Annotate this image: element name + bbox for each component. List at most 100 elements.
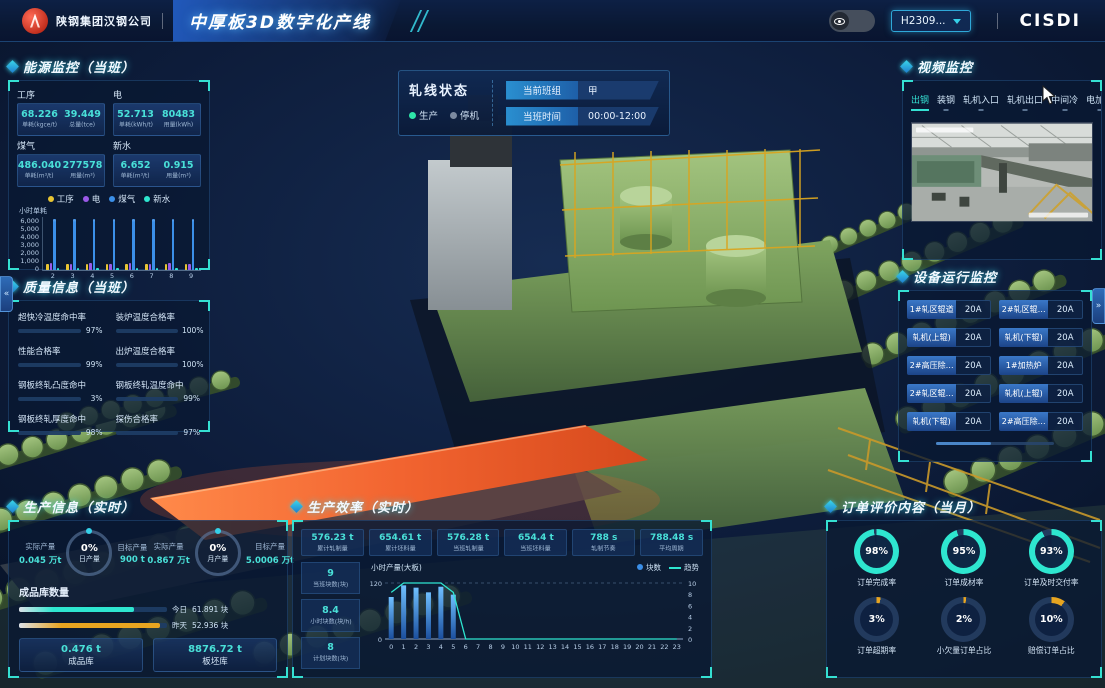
shift-time-row: 当班时间 00:00-12:00 [506,107,659,126]
heat-number-select[interactable]: H2309... [891,10,971,32]
equipment-scrollbar[interactable] [936,442,1054,445]
energy-bar-group: 5 [106,217,119,270]
eye-icon [831,12,849,30]
quality-item: 性能合格率99% [18,345,103,369]
legend-item[interactable]: 工序 [48,193,74,205]
panel-diamond-icon [6,60,19,73]
equipment-label-button[interactable]: 轧机(上辊) [907,328,956,347]
legend-item[interactable]: 煤气 [109,193,135,205]
legend-item[interactable]: 块数 [637,562,661,573]
efficiency-metric: 788.48 s平均周期 [640,529,703,556]
equipment-item: 轧机(上辊)20A [999,384,1083,403]
equipment-label-button[interactable]: 轧机(下辊) [999,328,1048,347]
efficiency-side-stat: 8计划块数(块) [301,637,360,669]
collapse-left-tab[interactable]: « [0,276,13,312]
equipment-item: 1#加热炉20A [999,356,1083,375]
efficiency-title: 生产效率（实时） [307,497,419,516]
svg-text:8: 8 [488,643,492,651]
monthly-output-gauge: 实际产量0.867 万t 0%月产量 目标产量5.0006 万t [147,530,294,576]
chevron-down-icon [953,19,961,24]
energy-card-electricity: 电 52.713单耗(kWh/t)80483用量(kWh) [113,88,201,136]
svg-text:19: 19 [623,643,631,651]
legend-producing: 生产 [409,108,438,122]
efficiency-metric: 576.28 t当班轧制量 [437,529,500,556]
orders-title: 订单评价内容（当月） [841,497,981,516]
svg-text:0: 0 [389,643,393,651]
svg-text:2: 2 [688,625,692,633]
vertical-divider [492,80,493,126]
equipment-label-button[interactable]: 2#轧区辊… [907,384,956,403]
quality-item: 出炉温度合格率100% [116,345,201,369]
line-status-title: 轧线状态 [409,80,479,99]
equipment-label-button[interactable]: 轧机(下辊) [907,412,956,431]
svg-text:0: 0 [378,636,382,644]
equipment-label-button[interactable]: 轧机(上辊) [999,384,1048,403]
order-ring: 3%订单超期率 [833,597,920,656]
cctv-feed[interactable] [911,122,1093,222]
energy-panel: 能源监控（当班） 工序 68.226单耗(kgce/t)39.449总量(tce… [8,56,210,270]
production-title: 生产信息（实时） [23,497,135,516]
svg-text:4: 4 [439,643,443,651]
equipment-label-button[interactable]: 1#加热炉 [999,356,1048,375]
equipment-label-button[interactable]: 1#轧区辊道 [907,300,956,319]
efficiency-side-stat: 9当班块数(块) [301,562,360,594]
energy-card-gas: 煤气 486.040单耗(m³/t)277578用量(m³) [17,139,105,187]
efficiency-metric: 654.61 t累计坯料量 [369,529,432,556]
video-tab-1[interactable]: 出钢 [911,93,929,111]
svg-text:0: 0 [688,636,692,644]
hourly-output-chart-block: 小时产量(大板) 块数 趋势 0123456789101112131415161… [367,562,703,669]
svg-text:16: 16 [586,643,594,651]
visibility-toggle[interactable] [829,10,875,32]
energy-bar-group: 7 [145,217,158,270]
equipment-title: 设备运行监控 [913,267,997,286]
video-tab-5[interactable]: 中间冷 [1051,93,1078,111]
current-crew-row: 当前班组 甲 [506,81,659,100]
production-panel: 生产信息（实时） 实际产量0.045 万t 0%日产量 目标产量900 t 实际… [8,496,288,678]
equipment-label-button[interactable]: 2#高压除… [999,412,1048,431]
svg-text:3: 3 [426,643,430,651]
svg-text:10: 10 [688,580,696,588]
energy-bar-group: 8 [165,217,178,270]
stock-bar-yesterday: 昨天52.936 块 [19,620,277,631]
quality-item: 装炉温度合格率100% [116,311,201,335]
video-tab-2[interactable]: 装钢 [937,93,955,111]
order-ring: 98%订单完成率 [833,529,920,588]
order-ring: 93%订单及时交付率 [1008,529,1095,588]
equipment-value: 20A [956,412,991,431]
legend-item[interactable]: 电 [83,193,101,205]
energy-title: 能源监控（当班） [23,57,135,76]
efficiency-panel: 生产效率（实时） 576.23 t累计轧制量654.61 t累计坯料量576.2… [292,496,712,678]
energy-bar-group: 2 [46,217,59,270]
collapse-right-tab[interactable]: » [1092,288,1105,324]
slab-stock-box: 8876.72 t板坯库 [153,638,277,672]
legend-item[interactable]: 趋势 [669,562,699,573]
equipment-item: 2#轧区辊…20A [999,300,1083,319]
order-ring: 95%订单成材率 [920,529,1007,588]
equipment-value: 20A [956,300,991,319]
video-tab-3[interactable]: 轧机入口 [963,93,999,111]
video-title: 视频监控 [917,57,973,76]
svg-text:10: 10 [511,643,519,651]
svg-text:15: 15 [573,643,581,651]
equipment-label-button[interactable]: 2#轧区辊… [999,300,1048,319]
equipment-item: 2#高压除…20A [999,412,1083,431]
energy-bar-group: 6 [125,217,138,270]
energy-chart-bars: 23456789 [42,217,201,271]
equipment-item: 轧机(上辊)20A [907,328,991,347]
finished-stock-box: 0.476 t成品库 [19,638,143,672]
energy-bar-group: 9 [185,217,198,270]
svg-text:11: 11 [524,643,532,651]
equipment-label-button[interactable]: 2#高压除… [907,356,956,375]
energy-bar-chart: 6,0005,0004,0003,0002,0001,0000 23456789 [17,217,201,281]
equipment-value: 20A [956,328,991,347]
equipment-value: 20A [1048,384,1083,403]
equipment-value: 20A [1048,328,1083,347]
equipment-item: 轧机(下辊)20A [999,328,1083,347]
video-tab-4[interactable]: 轧机出口 [1007,93,1043,111]
video-tab-6[interactable]: 电加热 [1086,93,1101,111]
stock-bar-today: 今日61.891 块 [19,604,277,615]
dashboard-root: 陕钢集团汉钢公司 中厚板3D数字化产线 H2309... CISDI 轧线状态 … [0,0,1105,688]
order-ring: 2%小欠量订单占比 [920,597,1007,656]
quality-item: 钢板终轧厚度命中98% [18,413,103,437]
legend-item[interactable]: 新水 [144,193,170,205]
